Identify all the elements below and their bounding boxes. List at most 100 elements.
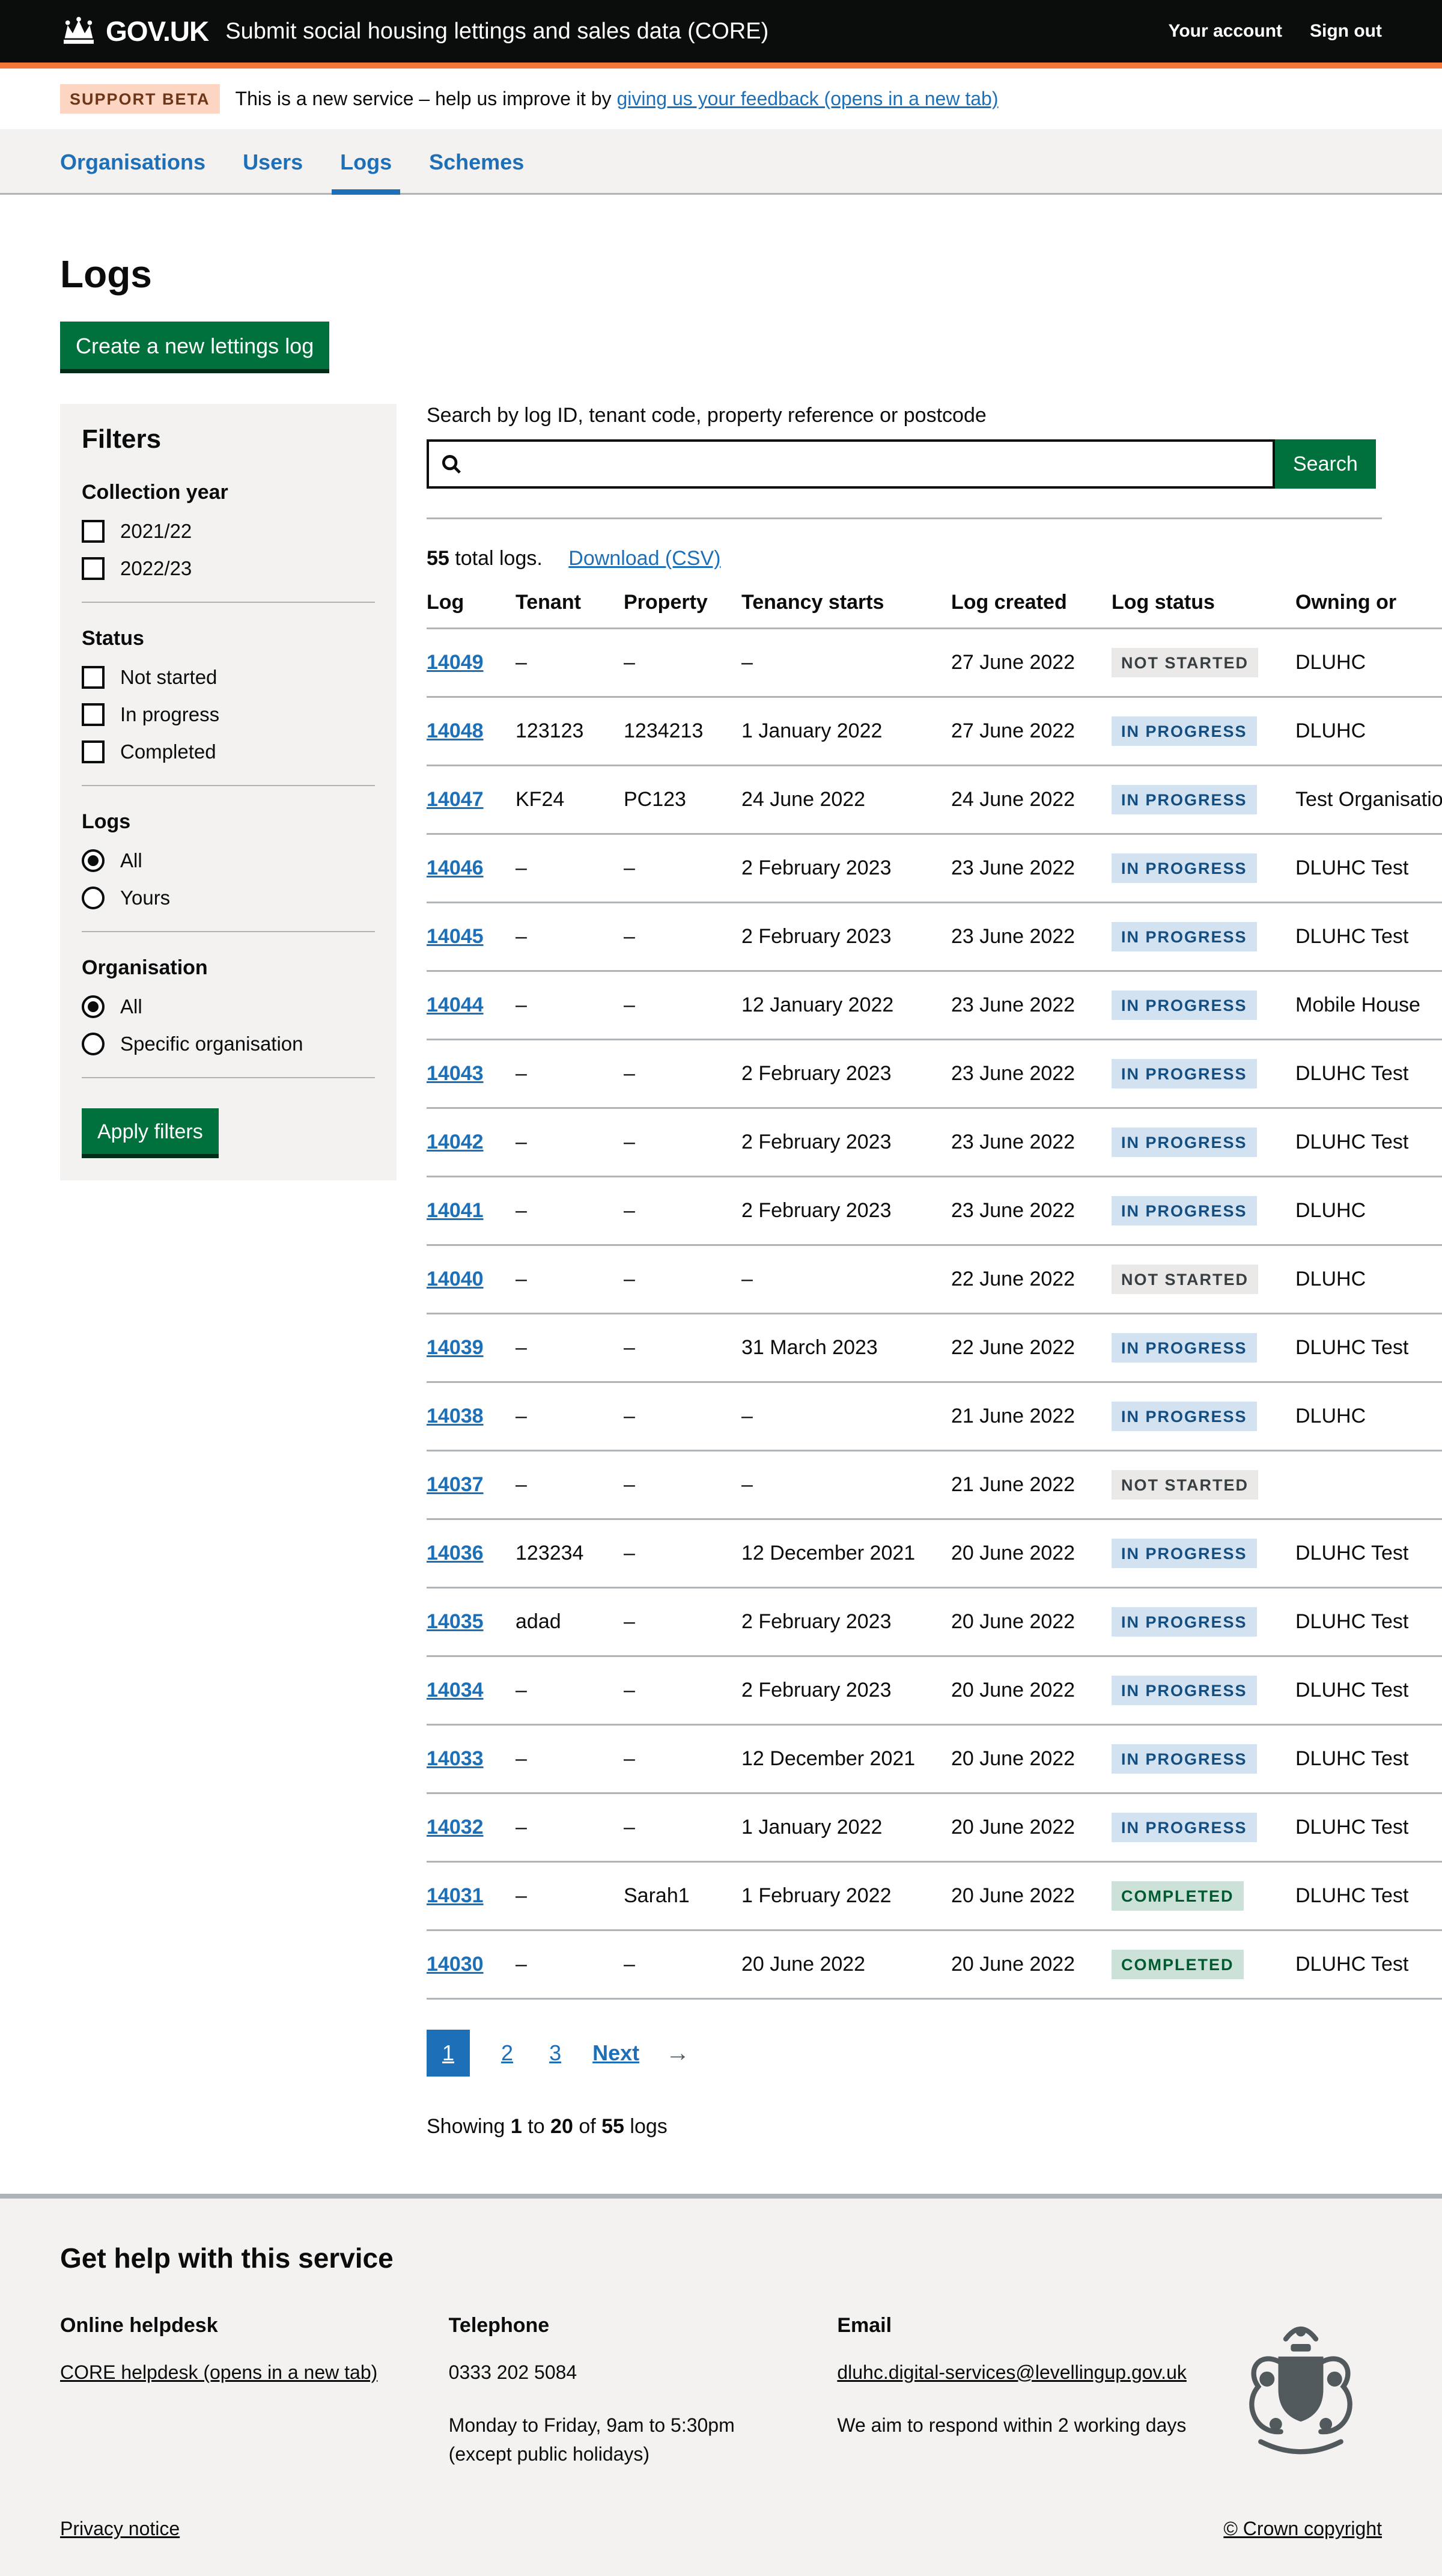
tenant-cell: – <box>516 629 624 697</box>
tenant-cell: – <box>516 1793 624 1862</box>
owning-organisation-cell <box>1295 1451 1442 1519</box>
download-csv-link[interactable]: Download (CSV) <box>568 547 720 570</box>
log-id-link[interactable]: 14033 <box>427 1747 484 1770</box>
property-cell: – <box>624 1040 741 1108</box>
tenancy-starts-cell: 12 December 2021 <box>741 1519 951 1588</box>
pagination-page-2[interactable]: 2 <box>496 2030 518 2077</box>
core-helpdesk-link[interactable]: CORE helpdesk (opens in a new tab) <box>60 2361 377 2383</box>
owning-organisation-cell: DLUHC Test <box>1295 1793 1442 1862</box>
crown-icon <box>60 16 97 46</box>
search-button[interactable]: Search <box>1275 439 1376 489</box>
checkbox-not-started-box[interactable] <box>82 666 105 689</box>
checkbox-in-progress-box[interactable] <box>82 703 105 726</box>
tenant-cell: – <box>516 903 624 971</box>
owning-organisation-cell: DLUHC <box>1295 1177 1442 1245</box>
radio-specific-organisation-circle[interactable] <box>82 1033 105 1055</box>
property-cell: – <box>624 1793 741 1862</box>
pagination-next-link[interactable]: Next <box>592 2040 639 2066</box>
log-id-link[interactable]: 14031 <box>427 1884 484 1907</box>
tab-organisations[interactable]: Organisations <box>60 150 205 193</box>
table-row: 14034 – – 2 February 2023 20 June 2022 I… <box>427 1656 1442 1725</box>
checkbox-2021-22-label: 2021/22 <box>120 520 192 543</box>
tenancy-starts-cell: 2 February 2023 <box>741 1656 951 1725</box>
service-name[interactable]: Submit social housing lettings and sales… <box>225 19 768 44</box>
tenant-cell: – <box>516 1245 624 1314</box>
radio-specific-organisation[interactable]: Specific organisation <box>82 1033 375 1055</box>
log-id-link[interactable]: 14030 <box>427 1953 484 1976</box>
log-id-link[interactable]: 14048 <box>427 719 484 742</box>
status-badge: NOT STARTED <box>1112 648 1258 677</box>
log-created-cell: 20 June 2022 <box>951 1793 1112 1862</box>
log-id-link[interactable]: 14036 <box>427 1542 484 1564</box>
status-badge: IN PROGRESS <box>1112 1813 1257 1842</box>
log-id-link[interactable]: 14044 <box>427 993 484 1016</box>
checkbox-in-progress[interactable]: In progress <box>82 703 375 726</box>
log-created-cell: 20 June 2022 <box>951 1930 1112 1999</box>
your-account-link[interactable]: Your account <box>1169 21 1282 41</box>
col-header-log: Log <box>427 576 516 629</box>
tab-schemes[interactable]: Schemes <box>429 150 524 193</box>
log-id-link[interactable]: 14040 <box>427 1268 484 1290</box>
owning-organisation-cell: DLUHC Test <box>1295 1108 1442 1177</box>
tenant-cell: – <box>516 971 624 1040</box>
tab-logs[interactable]: Logs <box>340 150 392 193</box>
property-cell: – <box>624 834 741 903</box>
radio-organisation-all-circle[interactable] <box>82 995 105 1018</box>
log-id-link[interactable]: 14037 <box>427 1473 484 1496</box>
log-created-cell: 21 June 2022 <box>951 1451 1112 1519</box>
property-cell: – <box>624 1382 741 1451</box>
log-id-link[interactable]: 14043 <box>427 1062 484 1085</box>
log-id-link[interactable]: 14039 <box>427 1336 484 1359</box>
log-id-link[interactable]: 14042 <box>427 1131 484 1153</box>
log-id-link[interactable]: 14045 <box>427 925 484 948</box>
checkbox-2022-23-box[interactable] <box>82 557 105 580</box>
filter-divider <box>82 1077 375 1078</box>
pagination: 1 2 3 Next → <box>427 2030 1382 2077</box>
log-created-cell: 23 June 2022 <box>951 971 1112 1040</box>
tenant-cell: – <box>516 1382 624 1451</box>
radio-logs-yours[interactable]: Yours <box>82 887 375 909</box>
property-cell: – <box>624 629 741 697</box>
log-id-link[interactable]: 14038 <box>427 1405 484 1427</box>
log-id-link[interactable]: 14035 <box>427 1610 484 1633</box>
checkbox-2022-23[interactable]: 2022/23 <box>82 557 375 580</box>
email-link[interactable]: dluhc.digital-services@levellingup.gov.u… <box>837 2361 1187 2383</box>
radio-specific-organisation-label: Specific organisation <box>120 1033 303 1055</box>
privacy-notice-link[interactable]: Privacy notice <box>60 2518 180 2540</box>
pagination-page-3[interactable]: 3 <box>544 2030 566 2077</box>
radio-logs-yours-circle[interactable] <box>82 887 105 909</box>
checkbox-completed[interactable]: Completed <box>82 740 375 763</box>
owning-organisation-cell: DLUHC Test <box>1295 1040 1442 1108</box>
feedback-link[interactable]: giving us your feedback (opens in a new … <box>616 88 998 109</box>
col-header-tenancy-starts: Tenancy starts <box>741 576 951 629</box>
checkbox-not-started[interactable]: Not started <box>82 666 375 689</box>
log-created-cell: 23 June 2022 <box>951 903 1112 971</box>
log-id-link[interactable]: 14049 <box>427 651 484 674</box>
checkbox-2021-22[interactable]: 2021/22 <box>82 520 375 543</box>
apply-filters-button[interactable]: Apply filters <box>82 1108 219 1154</box>
radio-logs-all[interactable]: All <box>82 849 375 872</box>
status-badge: IN PROGRESS <box>1112 1128 1257 1157</box>
property-cell: – <box>624 1245 741 1314</box>
sign-out-link[interactable]: Sign out <box>1310 21 1382 41</box>
crown-copyright-link[interactable]: © Crown copyright <box>1223 2518 1382 2540</box>
property-cell: – <box>624 1656 741 1725</box>
govuk-logo[interactable]: GOV.UK <box>60 15 208 47</box>
radio-logs-all-circle[interactable] <box>82 849 105 872</box>
search-input[interactable] <box>463 442 1273 486</box>
log-id-link[interactable]: 14047 <box>427 788 484 811</box>
checkbox-completed-box[interactable] <box>82 740 105 763</box>
govuk-header: GOV.UK Submit social housing lettings an… <box>0 0 1442 69</box>
logs-filter-label: Logs <box>82 810 375 834</box>
log-id-link[interactable]: 14041 <box>427 1199 484 1222</box>
checkbox-2021-22-box[interactable] <box>82 520 105 543</box>
log-id-link[interactable]: 14032 <box>427 1816 484 1839</box>
log-id-link[interactable]: 14046 <box>427 856 484 879</box>
tenancy-starts-cell: – <box>741 1451 951 1519</box>
log-id-link[interactable]: 14034 <box>427 1679 484 1702</box>
phase-banner-text: This is a new service – help us improve … <box>236 88 999 110</box>
create-lettings-log-button[interactable]: Create a new lettings log <box>60 322 329 369</box>
pagination-page-1[interactable]: 1 <box>427 2030 470 2077</box>
tab-users[interactable]: Users <box>243 150 303 193</box>
radio-organisation-all[interactable]: All <box>82 995 375 1018</box>
